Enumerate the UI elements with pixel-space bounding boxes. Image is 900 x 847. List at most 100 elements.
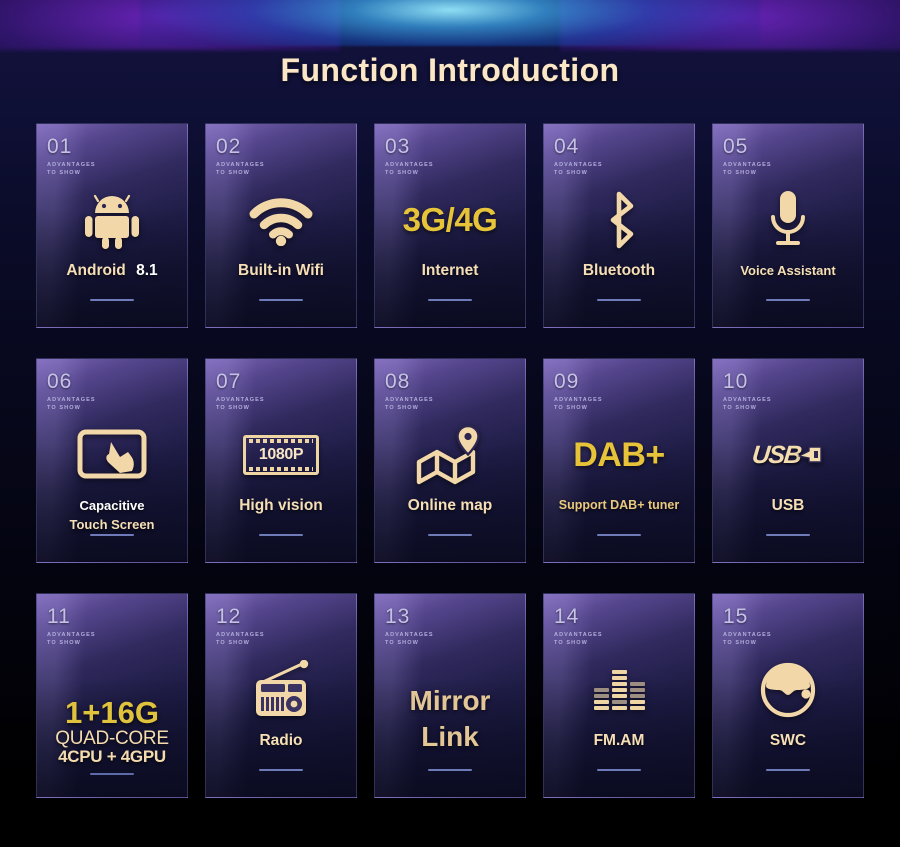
card-subtitle: ADVANTAGES TO SHOW [554, 396, 684, 412]
card-label-area: Voice Assistant [723, 259, 853, 327]
card-icon-area [47, 181, 177, 259]
card-label-area: Capacitive Touch Screen [47, 494, 177, 562]
card-subtitle-line1: ADVANTAGES [723, 162, 772, 168]
feature-card-memory-cpu[interactable]: 11 ADVANTAGES TO SHOW 1+16G QUAD-CORE 4C… [36, 593, 188, 798]
text-dabplus-icon: DAB+ [573, 436, 665, 474]
card-subtitle: ADVANTAGES TO SHOW [216, 631, 346, 647]
card-subtitle-line2: TO SHOW [47, 170, 81, 176]
feature-card-mirror-link[interactable]: 13 ADVANTAGES TO SHOW Mirror Link [374, 593, 526, 798]
card-subtitle-line1: ADVANTAGES [385, 162, 434, 168]
card-subtitle-line2: TO SHOW [723, 405, 757, 411]
equalizer-column [593, 688, 609, 710]
card-label: USB [771, 497, 805, 514]
card-number: 06 [47, 370, 73, 393]
card-number: 10 [723, 370, 749, 393]
feature-card-radio[interactable]: 12 ADVANTAGES TO SHOW Radio [205, 593, 357, 798]
card-subtitle: ADVANTAGES TO SHOW [385, 161, 515, 177]
card-icon-area [723, 181, 853, 259]
card-divider [428, 534, 472, 536]
card-label: Voice Assistant [740, 263, 836, 278]
card-number: 11 [47, 605, 71, 628]
card-label-area: Support DAB+ tuner [554, 494, 684, 562]
card-label: Android 8.1 [66, 261, 157, 280]
card-label-area: Built-in Wifi [216, 259, 346, 327]
android-robot-icon [85, 194, 139, 249]
card-label-area: 1+16G QUAD-CORE 4CPU + 4GPU [47, 695, 177, 797]
card-number: 14 [554, 605, 580, 628]
card-subtitle-line1: ADVANTAGES [723, 632, 772, 638]
feature-card-online-map[interactable]: 08 ADVANTAGES TO SHOW Online map [374, 358, 526, 563]
card-subtitle: ADVANTAGES TO SHOW [554, 631, 684, 647]
card-divider [259, 299, 303, 301]
card-label-secondary: Touch Screen [69, 517, 155, 532]
feature-card-fm-am[interactable]: 14 ADVANTAGES TO SHOW FM.AM [543, 593, 695, 798]
card-icon-area [723, 651, 853, 729]
card-divider [428, 769, 472, 771]
card-icon-area [554, 181, 684, 259]
card-number: 03 [385, 135, 411, 158]
steering-wheel-icon [760, 662, 816, 718]
card-divider [90, 534, 134, 536]
feature-card-wifi[interactable]: 02 ADVANTAGES TO SHOW Built-in Wifi [205, 123, 357, 328]
feature-card-grid: 01 ADVANTAGES TO SHOW Android 8.1 02 ADV… [36, 123, 864, 798]
card-label-area: Android 8.1 [47, 259, 177, 327]
card-label-area: Internet [385, 259, 515, 327]
card-label-area: Mirror Link [385, 681, 515, 797]
card-subtitle-line2: TO SHOW [47, 405, 81, 411]
equalizer-column [611, 670, 627, 710]
memory-spec-icon: 1+16G QUAD-CORE 4CPU + 4GPU [55, 697, 169, 766]
card-icon-area: DAB+ [554, 416, 684, 494]
feature-card-voice-assistant[interactable]: 05 ADVANTAGES TO SHOW Voice Assistant [712, 123, 864, 328]
card-divider [597, 299, 641, 301]
card-label-version: 8.1 [136, 262, 158, 279]
card-label: Online map [407, 497, 493, 514]
card-label-area: SWC [723, 729, 853, 797]
card-subtitle-line2: TO SHOW [385, 170, 419, 176]
wifi-icon [249, 198, 313, 246]
feature-card-dab-plus[interactable]: 09 ADVANTAGES TO SHOW DAB+ Support DAB+ … [543, 358, 695, 563]
card-subtitle-line1: ADVANTAGES [554, 397, 603, 403]
card-divider [766, 534, 810, 536]
card-divider [259, 769, 303, 771]
cpu-gpu-text: 4CPU + 4GPU [58, 746, 166, 766]
card-number: 12 [216, 605, 242, 628]
card-subtitle: ADVANTAGES TO SHOW [385, 396, 515, 412]
top-cyan-glow [140, 0, 760, 46]
card-divider [259, 534, 303, 536]
card-label: Bluetooth [582, 262, 656, 279]
mirror-text-line1: Mirror [409, 685, 491, 716]
card-number: 08 [385, 370, 411, 393]
card-label-area: Bluetooth [554, 259, 684, 327]
usb-plug-icon [798, 446, 822, 463]
feature-card-high-vision[interactable]: 07 ADVANTAGES TO SHOW 1080P High vision [205, 358, 357, 563]
text-3g4g-icon: 3G/4G [402, 201, 498, 238]
touch-screen-icon [77, 429, 147, 479]
mirror-link-text-icon: Mirror Link [410, 683, 491, 755]
card-divider [90, 773, 134, 775]
feature-card-swc[interactable]: 15 ADVANTAGES TO SHOW SWC [712, 593, 864, 798]
card-subtitle-line1: ADVANTAGES [385, 632, 434, 638]
feature-card-touch-screen[interactable]: 06 ADVANTAGES TO SHOW Capacitive Touch S… [36, 358, 188, 563]
feature-card-bluetooth[interactable]: 04 ADVANTAGES TO SHOW Bluetooth [543, 123, 695, 328]
card-icon-area [47, 651, 177, 695]
feature-card-internet[interactable]: 03 ADVANTAGES TO SHOW 3G/4G Internet [374, 123, 526, 328]
card-icon-area [385, 416, 515, 494]
mirror-text-line2: Link [421, 721, 479, 752]
usb-wordmark-text: USB [750, 440, 802, 469]
feature-card-usb[interactable]: 10 ADVANTAGES TO SHOW USB USB [712, 358, 864, 563]
microphone-icon [771, 191, 805, 245]
card-label: Internet [421, 262, 479, 279]
card-subtitle-line2: TO SHOW [554, 405, 588, 411]
card-number: 07 [216, 370, 242, 393]
page-title: Function Introduction [280, 52, 620, 88]
card-subtitle: ADVANTAGES TO SHOW [47, 161, 177, 177]
card-subtitle-line1: ADVANTAGES [216, 397, 265, 403]
card-icon-area: 1080P [216, 416, 346, 494]
card-number: 02 [216, 135, 242, 158]
card-icon-area [216, 181, 346, 259]
card-subtitle-line1: ADVANTAGES [47, 397, 96, 403]
feature-card-android[interactable]: 01 ADVANTAGES TO SHOW Android 8.1 [36, 123, 188, 328]
card-label-area: Radio [216, 729, 346, 797]
card-subtitle: ADVANTAGES TO SHOW [554, 161, 684, 177]
card-subtitle-line2: TO SHOW [216, 640, 250, 646]
